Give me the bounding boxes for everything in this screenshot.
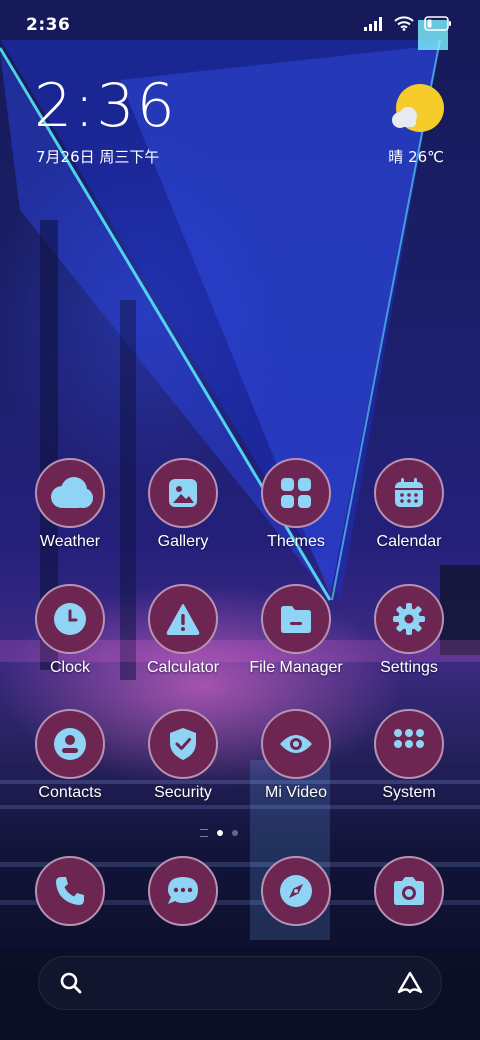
app-contacts-icon-bg xyxy=(35,709,105,779)
wifi-icon xyxy=(394,16,414,31)
app-gallery[interactable]: Gallery xyxy=(127,458,239,551)
assistant-icon[interactable] xyxy=(397,971,423,995)
dock-browser[interactable] xyxy=(240,856,352,926)
folder-icon xyxy=(281,606,311,633)
dock-camera-icon-bg xyxy=(374,856,444,926)
shield-check-icon xyxy=(170,728,196,760)
status-icons xyxy=(364,16,452,31)
signal-icon xyxy=(364,16,382,31)
page-dot-active xyxy=(217,830,223,836)
dock-phone-icon-bg xyxy=(35,856,105,926)
search-bar[interactable] xyxy=(38,956,442,1010)
app-settings[interactable]: Settings xyxy=(353,584,465,677)
app-label: Clock xyxy=(49,659,90,676)
page-indicator[interactable] xyxy=(200,829,238,837)
cloud-icon xyxy=(51,477,93,508)
app-calculator-icon-bg xyxy=(148,584,218,654)
dock-messages[interactable] xyxy=(127,856,239,926)
app-security-icon-bg xyxy=(148,709,218,779)
battery-icon xyxy=(424,16,451,31)
camera-icon xyxy=(394,877,424,905)
calendar-icon xyxy=(395,478,423,507)
status-time: 2:36 xyxy=(26,15,71,35)
app-label: Weather xyxy=(39,533,101,550)
app-themes[interactable]: Themes xyxy=(240,458,352,551)
dock-browser-icon-bg xyxy=(261,856,331,926)
lockscreen-clock: 2:36 xyxy=(34,71,177,141)
app-label: Settings xyxy=(380,659,438,676)
app-label: File Manager xyxy=(249,659,343,676)
compass-icon xyxy=(280,875,312,907)
app-folder-system[interactable]: System xyxy=(353,709,465,802)
phone-icon xyxy=(56,877,84,905)
app-label: Calendar xyxy=(376,533,442,550)
app-weather[interactable]: Weather xyxy=(14,458,126,551)
app-label: Mi Video xyxy=(265,784,327,801)
dock-phone[interactable] xyxy=(14,856,126,926)
app-label: Contacts xyxy=(38,784,102,801)
app-mi-video[interactable]: Mi Video xyxy=(240,709,352,802)
search-icon xyxy=(60,972,82,994)
app-label: Gallery xyxy=(157,533,209,550)
person-icon xyxy=(54,728,86,760)
message-icon xyxy=(168,877,198,904)
page-indicator-menu xyxy=(200,829,208,837)
dock-messages-icon-bg xyxy=(148,856,218,926)
app-themes-icon-bg xyxy=(261,458,331,528)
clock-icon xyxy=(54,603,86,635)
app-mi-video-icon-bg xyxy=(261,709,331,779)
app-label: Themes xyxy=(267,533,325,550)
app-calendar-icon-bg xyxy=(374,458,444,528)
dock-camera[interactable] xyxy=(353,856,465,926)
app-label: System xyxy=(382,784,436,801)
app-clock[interactable]: Clock xyxy=(14,584,126,677)
warning-icon xyxy=(166,604,200,635)
app-calculator[interactable]: Calculator xyxy=(127,584,239,677)
page-dot xyxy=(232,830,238,836)
date-label: 7月26日 周三下午 xyxy=(36,148,160,166)
app-label: Security xyxy=(154,784,212,801)
image-icon xyxy=(169,479,197,507)
app-contacts[interactable]: Contacts xyxy=(14,709,126,802)
app-folder-system-icon-bg xyxy=(374,709,444,779)
app-file-manager-icon-bg xyxy=(261,584,331,654)
app-clock-icon-bg xyxy=(35,584,105,654)
eye-icon xyxy=(280,735,312,753)
app-security[interactable]: Security xyxy=(127,709,239,802)
status-bar: 2:36 xyxy=(0,0,480,52)
app-weather-icon-bg xyxy=(35,458,105,528)
app-file-manager[interactable]: File Manager xyxy=(240,584,352,677)
app-settings-icon-bg xyxy=(374,584,444,654)
app-calendar[interactable]: Calendar xyxy=(353,458,465,551)
app-gallery-icon-bg xyxy=(148,458,218,528)
gear-icon xyxy=(393,603,425,635)
app-label: Calculator xyxy=(146,659,220,676)
folder-grid-icon xyxy=(394,729,424,748)
weather-sun-icon[interactable] xyxy=(386,82,446,142)
weather-temp: 晴 26℃ xyxy=(388,148,444,166)
grid-icon xyxy=(281,478,311,508)
